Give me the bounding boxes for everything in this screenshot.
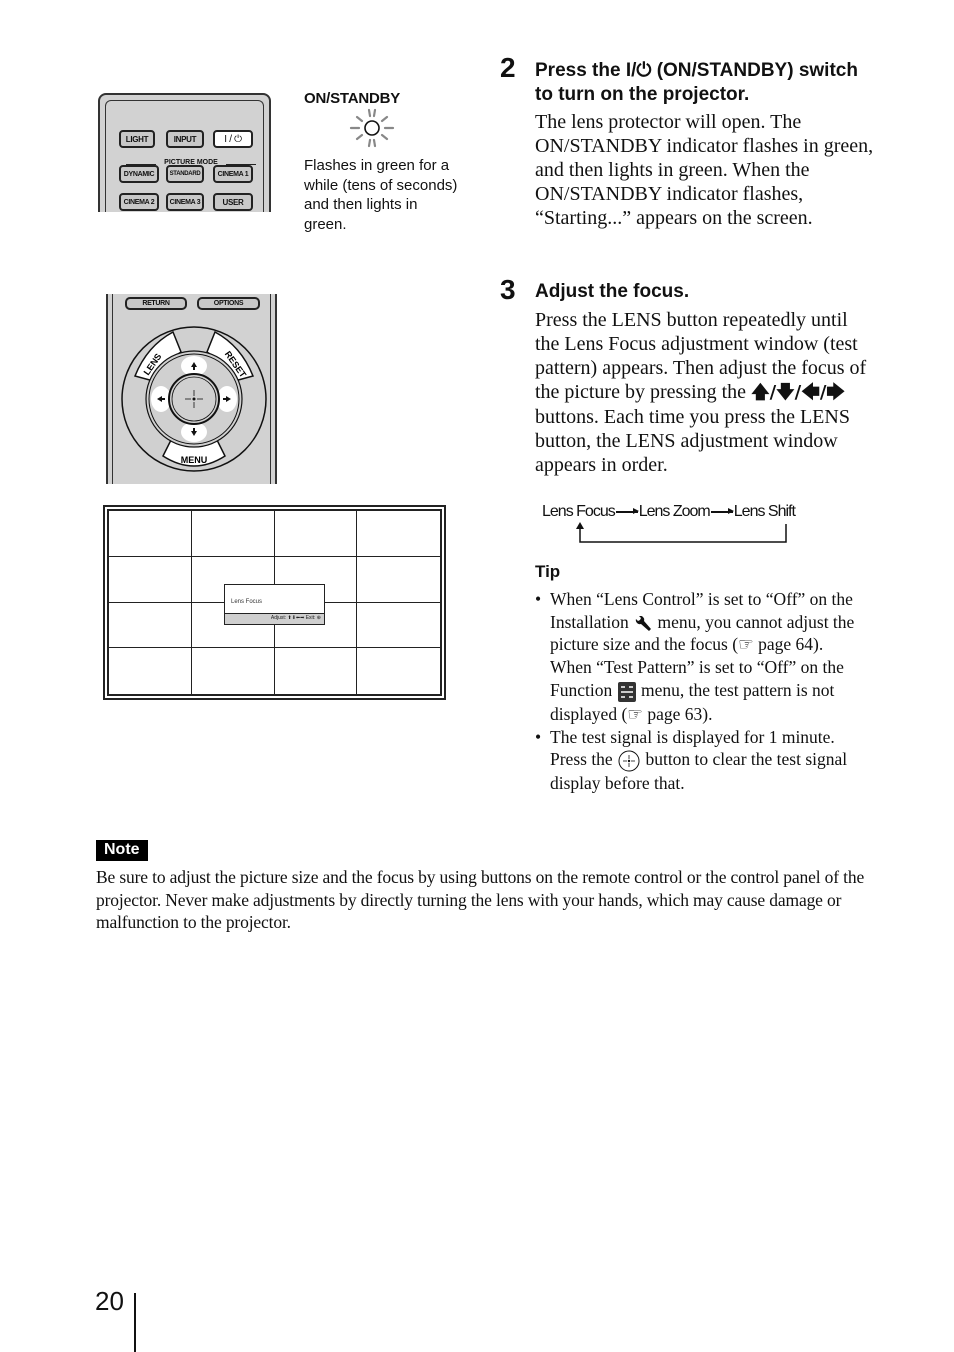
tip-heading: Tip (535, 562, 561, 581)
page-reference-icon: ☞ (738, 634, 754, 655)
step-body: The lens protector will open. The ON/STA… (535, 111, 874, 229)
indicator-description: Flashes in green for a while (tens of se… (304, 157, 458, 233)
cinema1-button: CINEMA 1 (213, 165, 253, 183)
note-text: Be sure to adjust the picture size and t… (96, 867, 865, 932)
cinema3-button: CINEMA 3 (166, 193, 204, 211)
function-menu-icon (617, 681, 636, 702)
step-heading: Adjust the focus. (535, 281, 690, 302)
return-button: RETURN (125, 297, 187, 310)
arrow-keys-icon: 🡅/🡇/🡄/🡆 (751, 382, 845, 403)
lens-focus-window: Lens Focus Adjust: ⬆⬇⬅➡ Exit: ⊕ (224, 584, 325, 625)
wrench-icon (635, 615, 652, 631)
options-button: OPTIONS (197, 297, 260, 310)
loop-back-arrow-icon (576, 522, 787, 543)
power-button: I / ⏻ (213, 130, 253, 148)
user-button: USER (213, 193, 253, 211)
tip-item: When “Lens Control” is set to “Off” on t… (535, 588, 870, 726)
page-margin-rule (134, 1293, 136, 1352)
tip-list: When “Lens Control” is set to “Off” on t… (535, 588, 870, 795)
note-badge: Note (96, 840, 148, 861)
lens-window-status-bar: Adjust: ⬆⬇⬅➡ Exit: ⊕ (225, 613, 324, 624)
lens-sequence-diagram: Lens Focus Lens Zoom Lens Shift (542, 503, 832, 548)
step-heading: Press the I/⏻ (ON/STANDBY) switch to tur… (535, 60, 858, 105)
sequence-item-lens-focus: Lens Focus (542, 503, 616, 520)
arrow-right-icon (615, 509, 639, 514)
standard-button: STANDARD (166, 165, 204, 183)
page-number: 20 (95, 1286, 124, 1316)
page-reference-icon: ☞ (627, 703, 643, 724)
tip-item: The test signal is displayed for 1 minut… (535, 726, 870, 795)
sequence-item-lens-zoom: Lens Zoom (638, 503, 711, 520)
lens-window-title: Lens Focus (231, 599, 263, 605)
dynamic-button: DYNAMIC (119, 165, 159, 183)
sequence-item-lens-shift: Lens Shift (733, 503, 796, 520)
step-body-text: buttons. Each time you press the LENS bu… (535, 406, 850, 476)
indicator-title: ON/STANDBY (304, 90, 401, 107)
arrow-right-icon (710, 509, 734, 514)
directional-pad-icon: LENS RESET MENU (121, 326, 267, 472)
menu-label: MENU (181, 455, 208, 465)
step-body: Press the LENS button repeatedly until t… (535, 308, 875, 477)
remote-top-illustration: LIGHT INPUT I / ⏻ PICTURE MODE DYNAMIC S… (98, 93, 271, 212)
remote-bottom-illustration: RETURN OPTIONS LENS RESET MENU (106, 294, 277, 484)
enter-button-icon (618, 750, 640, 772)
flashing-indicator-icon (349, 108, 395, 148)
light-button: LIGHT (119, 130, 155, 148)
cinema2-button: CINEMA 2 (119, 193, 159, 211)
tip-text: page 63). (642, 703, 713, 724)
step-number: 2 (500, 52, 516, 83)
tip-text: page 64). (753, 634, 824, 655)
step-number: 3 (500, 274, 516, 305)
input-button: INPUT (166, 130, 204, 148)
